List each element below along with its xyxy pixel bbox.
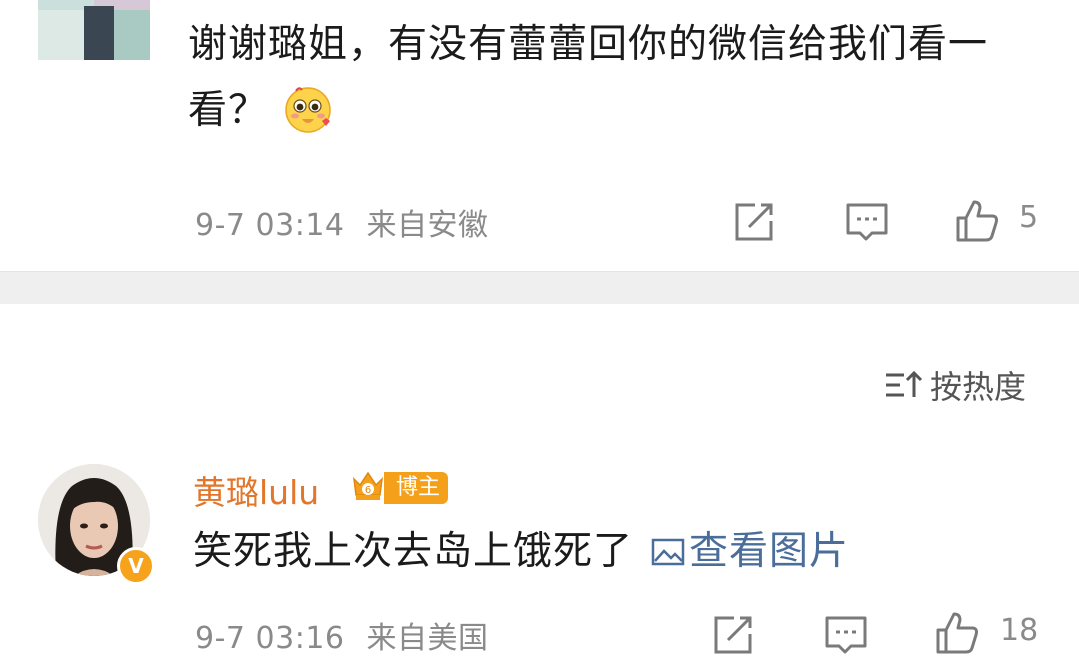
sort-by-heat-button[interactable]: 按热度 bbox=[884, 362, 1026, 408]
sort-icon bbox=[886, 370, 923, 397]
like-count: 5 bbox=[1019, 200, 1039, 235]
share-icon[interactable] bbox=[731, 199, 777, 249]
crown-icon: 6 bbox=[348, 465, 388, 505]
comment-location: 来自美国 bbox=[366, 621, 489, 656]
comment-icon[interactable] bbox=[844, 199, 890, 249]
avatar-blurred[interactable] bbox=[38, 0, 150, 60]
blogger-tag: 博主 bbox=[384, 472, 449, 504]
thumbs-up-icon bbox=[936, 612, 978, 654]
verified-badge: V bbox=[117, 547, 155, 585]
like-button[interactable] bbox=[934, 610, 980, 660]
view-image-label: 查看图片 bbox=[689, 529, 850, 574]
svg-text:6: 6 bbox=[365, 485, 371, 496]
comment-time: 9-7 03:16 bbox=[195, 621, 345, 656]
like-button[interactable] bbox=[954, 198, 1000, 248]
sort-label: 按热度 bbox=[930, 368, 1027, 406]
section-divider bbox=[0, 271, 1079, 304]
comment-text-content: 笑死我上次去岛上饿死了 bbox=[193, 529, 634, 574]
username[interactable]: 黄璐lulu bbox=[193, 466, 319, 514]
comment-meta: 9-7 03:14 来自安徽 bbox=[195, 200, 489, 244]
like-count: 18 bbox=[1000, 613, 1039, 648]
comment-text: 笑死我上次去岛上饿死了 查看图片 bbox=[193, 524, 849, 580]
comment-text: 谢谢璐姐，有没有蕾蕾回你的微信给我们看一看？ bbox=[188, 12, 1048, 144]
view-image-link[interactable]: 查看图片 bbox=[651, 524, 849, 580]
image-icon bbox=[651, 538, 685, 566]
comment-time: 9-7 03:14 bbox=[195, 208, 345, 243]
share-icon[interactable] bbox=[710, 612, 756, 662]
comment-location: 来自安徽 bbox=[366, 208, 489, 243]
blush-emoji-icon bbox=[282, 83, 334, 135]
comment-icon[interactable] bbox=[823, 612, 869, 662]
thumbs-up-icon bbox=[956, 200, 998, 242]
comment-meta: 9-7 03:16 来自美国 bbox=[195, 613, 489, 657]
